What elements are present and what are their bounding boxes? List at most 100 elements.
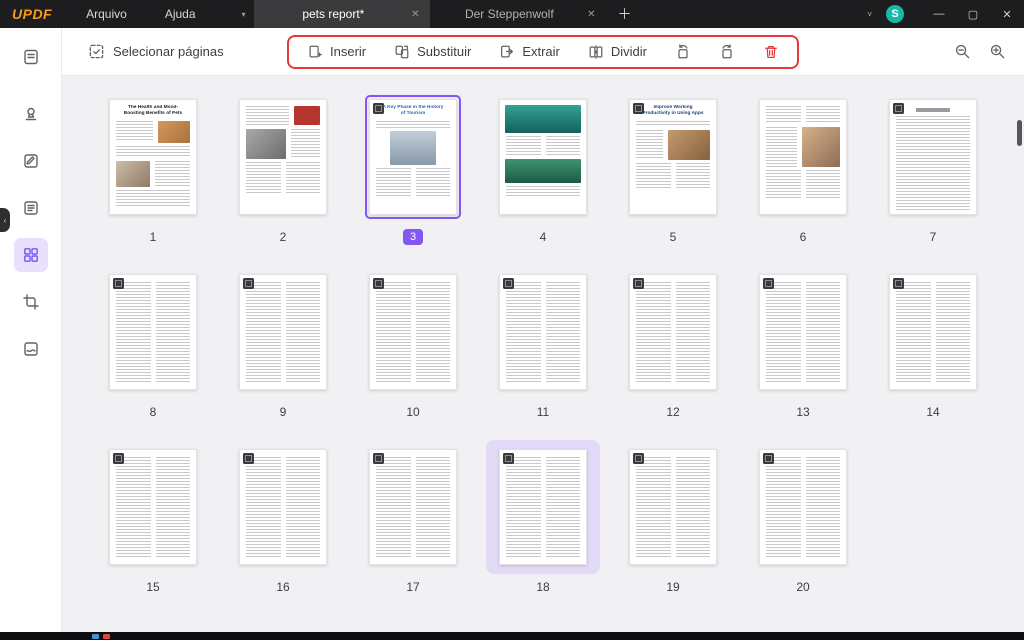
page-thumbnail-wrap — [486, 265, 600, 399]
page-cell: 4 — [486, 90, 600, 245]
action-label: Dividir — [611, 44, 647, 59]
maximize-button[interactable]: ▢ — [956, 0, 990, 28]
updf-logo: UPDF — [12, 6, 52, 22]
thumb-title: A Key Phase in the History of Tourism — [381, 105, 445, 115]
page-thumbnail-wrap: Improve Working Productivity in Using Ap… — [616, 90, 730, 224]
page-thumbnail[interactable] — [499, 99, 587, 215]
taskbar[interactable] — [0, 632, 1024, 640]
inserir-button[interactable]: Inserir — [307, 44, 366, 60]
page-cell: 11 — [486, 265, 600, 420]
zoom-controls — [954, 43, 1006, 60]
extract-icon — [499, 44, 515, 60]
account-chevron-icon[interactable]: ˅ — [867, 10, 872, 19]
page-number: 2 — [280, 229, 287, 245]
page-number: 19 — [666, 579, 679, 595]
new-tab-button[interactable]: ＋ — [606, 4, 644, 24]
page-thumbnail[interactable] — [369, 274, 457, 390]
menu-arquivo[interactable]: Arquivo — [82, 5, 131, 23]
page-thumbnail[interactable] — [629, 449, 717, 565]
page-grid-area: The Health and Mood-Boosting Benefits of… — [62, 76, 1024, 632]
page-thumbnail-wrap — [746, 90, 860, 224]
page-thumbnail[interactable] — [759, 449, 847, 565]
zoom-in-icon[interactable] — [989, 43, 1006, 60]
titlebar: UPDF ArquivoAjuda ▾ pets report* ✕Der St… — [0, 0, 1024, 28]
page-thumbnail[interactable] — [239, 449, 327, 565]
page-thumbnail[interactable] — [499, 274, 587, 390]
page-view-icon[interactable] — [14, 40, 48, 74]
page-logo-badge — [633, 278, 644, 289]
taskbar-app-icon[interactable] — [103, 634, 110, 639]
page-logo-badge — [113, 278, 124, 289]
select-pages-button[interactable]: Selecionar páginas — [88, 43, 224, 60]
page-number: 7 — [930, 229, 937, 245]
menu-ajuda[interactable]: Ajuda — [161, 5, 200, 23]
page-thumbnail[interactable] — [239, 99, 327, 215]
page-number: 15 — [146, 579, 159, 595]
page-thumbnail-wrap — [356, 440, 470, 574]
delete-icon[interactable] — [763, 44, 779, 60]
organize-toolbar: Selecionar páginas Inserir Substituir Ex… — [62, 28, 1024, 76]
reader-tool-icon[interactable] — [14, 191, 48, 225]
document-tab[interactable]: pets report* ✕ — [254, 0, 430, 28]
stamp-tool-icon[interactable] — [14, 97, 48, 131]
page-thumbnail-wrap: A Key Phase in the History of Tourism — [356, 90, 470, 224]
substituir-button[interactable]: Substituir — [394, 44, 471, 60]
action-label: Extrair — [522, 44, 560, 59]
zoom-out-icon[interactable] — [954, 43, 971, 60]
dividir-button[interactable]: Dividir — [588, 44, 647, 60]
crop-pages-icon[interactable] — [14, 285, 48, 319]
page-thumbnail[interactable] — [889, 274, 977, 390]
extrair-button[interactable]: Extrair — [499, 44, 560, 60]
page-cell: Improve Working Productivity in Using Ap… — [616, 90, 730, 245]
tab-close-icon[interactable]: ✕ — [411, 9, 419, 20]
page-thumbnail-wrap — [226, 90, 340, 224]
tab-close-icon[interactable]: ✕ — [587, 9, 595, 20]
page-thumbnail[interactable]: A Key Phase in the History of Tourism — [369, 99, 457, 215]
document-tab[interactable]: Der Steppenwolf ✕ — [430, 0, 606, 28]
page-number: 11 — [537, 404, 549, 420]
page-number: 13 — [796, 404, 809, 420]
page-logo-badge — [633, 453, 644, 464]
page-cell: 13 — [746, 265, 860, 420]
page-thumbnail[interactable] — [629, 274, 717, 390]
page-thumbnail[interactable] — [239, 274, 327, 390]
page-cell: 6 — [746, 90, 860, 245]
rotate-right-icon[interactable] — [719, 44, 735, 60]
tab-title: Der Steppenwolf — [440, 7, 580, 21]
page-cell: 7 — [876, 90, 990, 245]
minimize-button[interactable]: — — [922, 0, 956, 28]
page-thumbnail[interactable] — [499, 449, 587, 565]
page-thumbnail[interactable] — [109, 449, 197, 565]
sidebar-collapse-handle[interactable]: ‹ — [0, 208, 10, 232]
tab-list-dropdown-icon[interactable]: ▾ — [234, 10, 254, 19]
close-button[interactable]: ✕ — [990, 0, 1024, 28]
page-cell: 10 — [356, 265, 470, 420]
scrollbar-thumb[interactable] — [1017, 120, 1022, 146]
page-thumbnail[interactable] — [759, 99, 847, 215]
user-avatar[interactable]: S — [886, 5, 904, 23]
page-thumbnail[interactable] — [759, 274, 847, 390]
organize-pages-icon[interactable] — [14, 238, 48, 272]
page-thumbnail[interactable] — [889, 99, 977, 215]
page-thumbnail[interactable] — [369, 449, 457, 565]
page-thumbnail[interactable]: Improve Working Productivity in Using Ap… — [629, 99, 717, 215]
page-number: 5 — [670, 229, 677, 245]
page-thumbnail[interactable] — [109, 274, 197, 390]
watermark-tool-icon[interactable] — [14, 332, 48, 366]
page-cell: 18 — [486, 440, 600, 595]
page-number: 8 — [150, 404, 157, 420]
page-logo-badge — [503, 278, 514, 289]
page-cell: 16 — [226, 440, 340, 595]
page-cell: 15 — [96, 440, 210, 595]
page-thumbnail[interactable]: The Health and Mood-Boosting Benefits of… — [109, 99, 197, 215]
page-cell: 17 — [356, 440, 470, 595]
page-thumbnail-wrap — [96, 265, 210, 399]
edit-tool-icon[interactable] — [14, 144, 48, 178]
rotate-left-icon[interactable] — [675, 44, 691, 60]
page-cell: 9 — [226, 265, 340, 420]
page-logo-badge — [373, 278, 384, 289]
page-cell: A Key Phase in the History of Tourism 3 — [356, 90, 470, 245]
action-label: Substituir — [417, 44, 471, 59]
page-cell: The Health and Mood-Boosting Benefits of… — [96, 90, 210, 245]
taskbar-app-icon[interactable] — [92, 634, 99, 639]
